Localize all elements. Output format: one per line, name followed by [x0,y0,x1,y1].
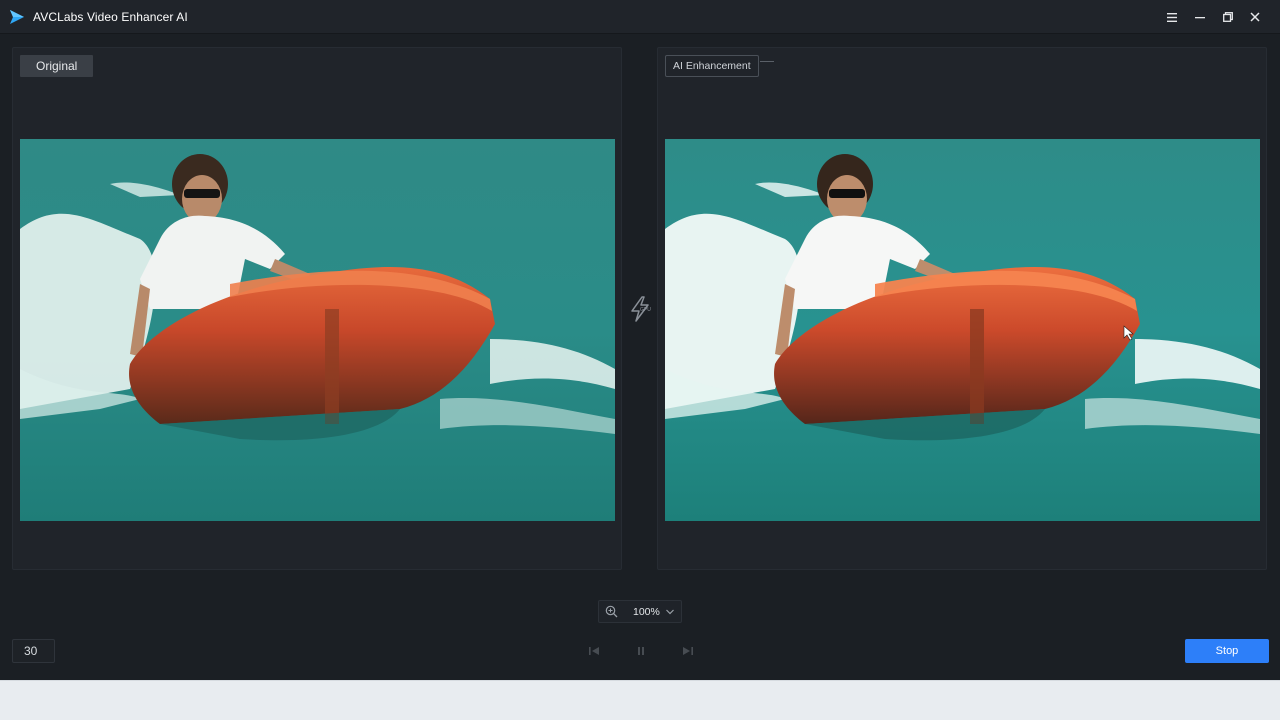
zoom-control[interactable]: 100% [598,600,682,623]
minimize-button[interactable] [1191,8,1209,26]
next-frame-icon[interactable] [681,644,695,658]
original-frame-image [20,139,615,521]
original-video-frame[interactable] [20,139,615,521]
original-preview-pane: Original [12,47,622,570]
app-logo-icon [10,10,24,24]
menu-icon [1167,12,1177,22]
gpu-icon: GPU [631,296,651,322]
chevron-down-icon [666,609,674,615]
enhanced-frame-image [665,139,1260,521]
title-bar: AVCLabs Video Enhancer AI [0,0,1280,34]
enhanced-video-frame[interactable] [665,139,1260,521]
zoom-in-icon [605,605,618,618]
app-window: AVCLabs Video Enhancer AI Original GPU A… [0,0,1280,680]
close-button[interactable] [1246,8,1264,26]
menu-button[interactable] [1163,8,1181,26]
svg-text:GPU: GPU [640,307,651,313]
restore-button[interactable] [1219,8,1237,26]
enhanced-preview-pane: AI Enhancement [657,47,1267,570]
close-icon [1250,12,1260,22]
original-label: Original [20,55,94,77]
app-title: AVCLabs Video Enhancer AI [33,10,188,24]
previous-frame-icon[interactable] [587,644,601,658]
label-divider [760,61,774,62]
taskbar [0,680,1280,720]
restore-icon [1223,12,1233,22]
minimize-icon [1195,17,1205,19]
frame-rate-field[interactable]: 30 [12,639,55,663]
zoom-value: 100% [633,606,660,618]
pause-icon[interactable] [634,644,648,658]
ai-enhancement-label: AI Enhancement [665,55,759,77]
stop-button[interactable]: Stop [1185,639,1269,663]
